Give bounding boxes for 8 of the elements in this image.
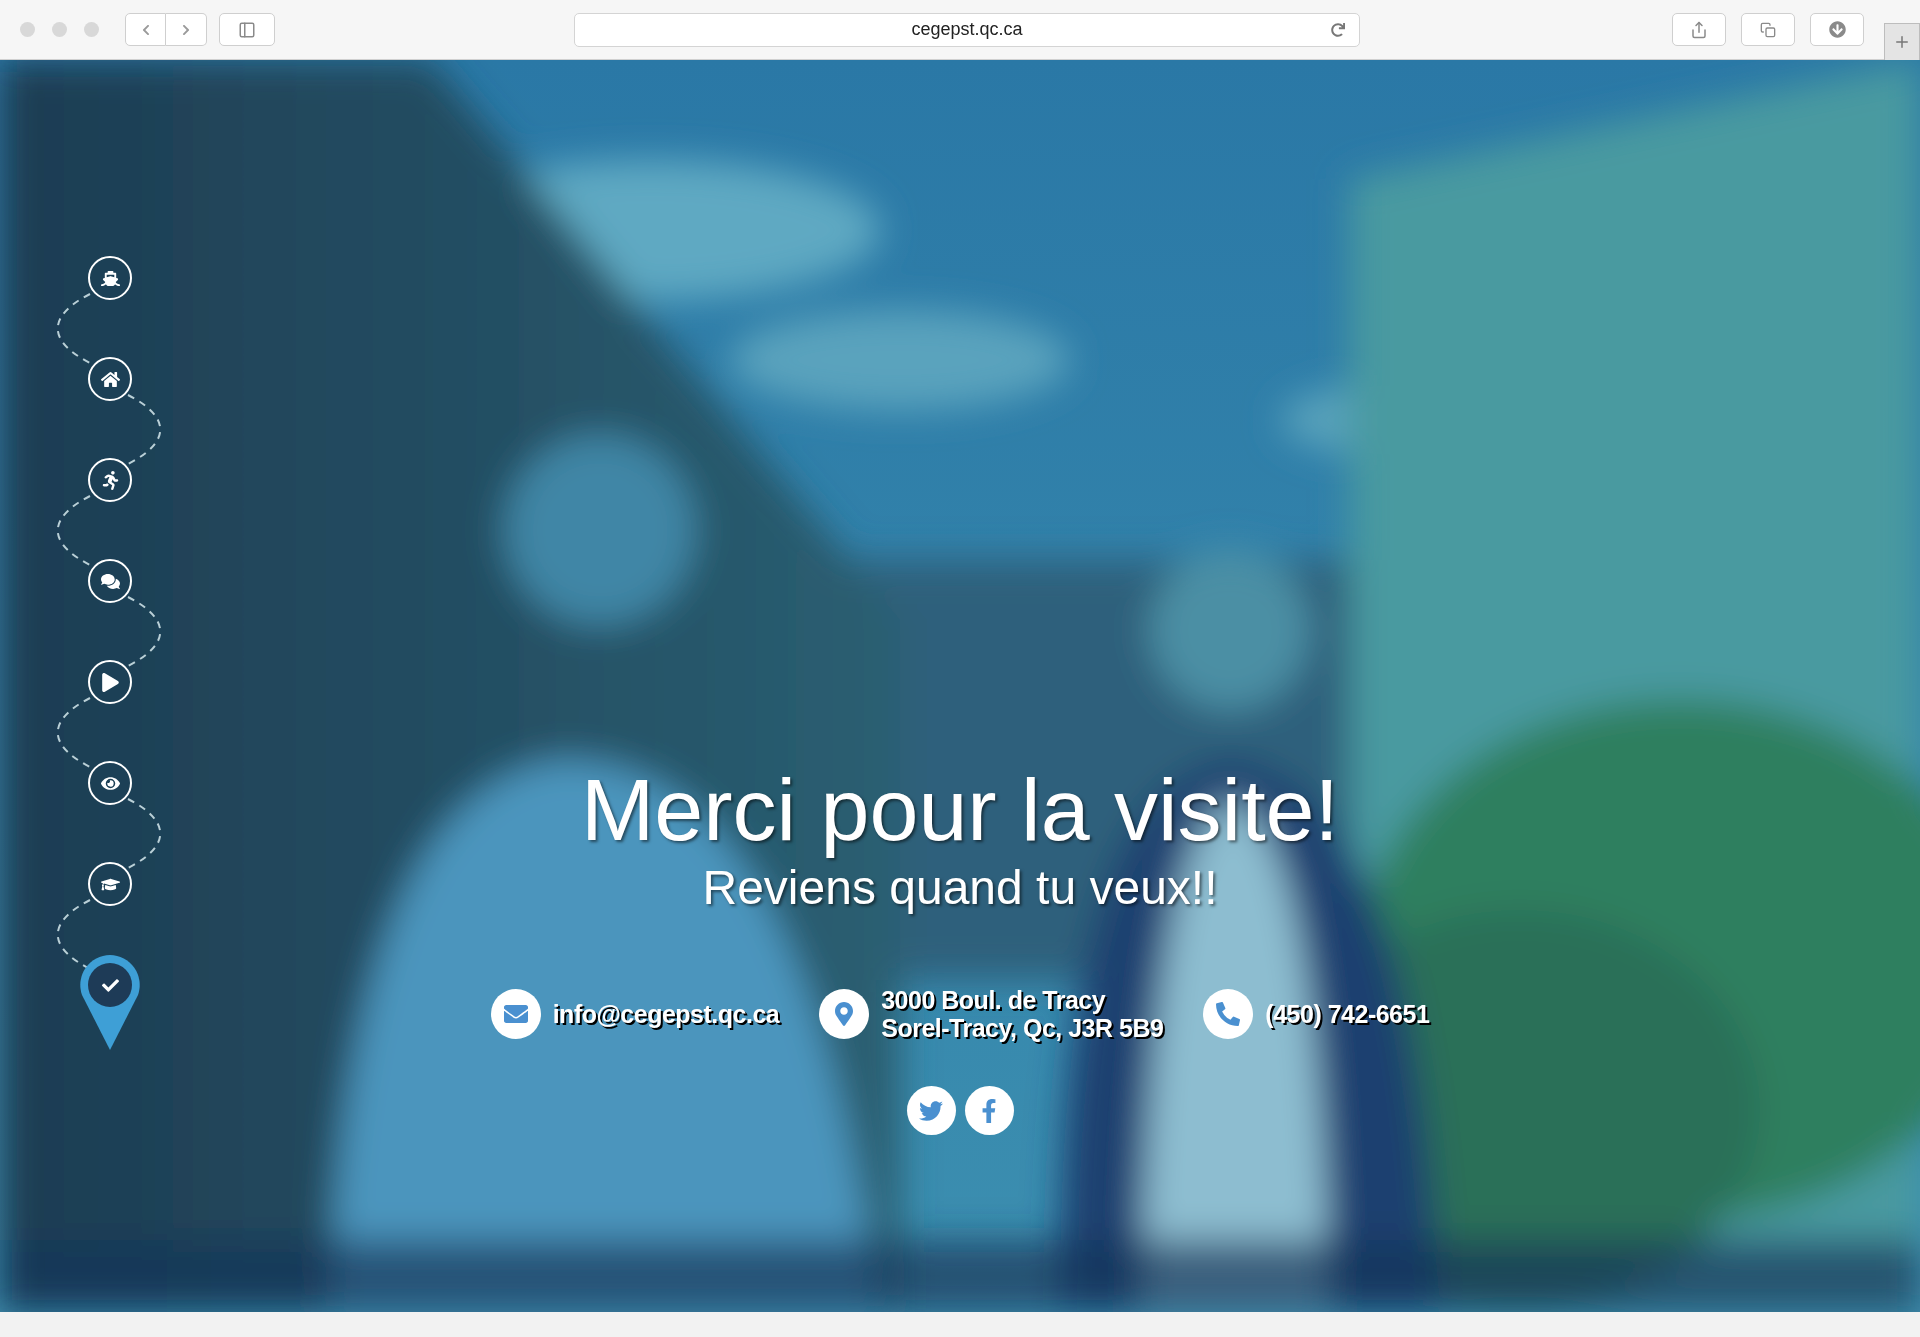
address-text: 3000 Boul. de Tracy: [881, 986, 1107, 1014]
url-text: cegepst.qc.ca: [911, 18, 1023, 41]
phone-text: (450) 742-6651: [1265, 1000, 1430, 1028]
address-field[interactable]: cegepst.qc.ca: [574, 12, 1360, 47]
page-title: Merci pour la visite!: [581, 760, 1339, 860]
email-text: info@cegepst.qc.ca: [552, 1000, 780, 1028]
page-subtitle: Reviens quand tu veux!!: [702, 860, 1218, 916]
address-text: Sorel-Tracy, Qc, J3R 5B9: [881, 1014, 1164, 1042]
